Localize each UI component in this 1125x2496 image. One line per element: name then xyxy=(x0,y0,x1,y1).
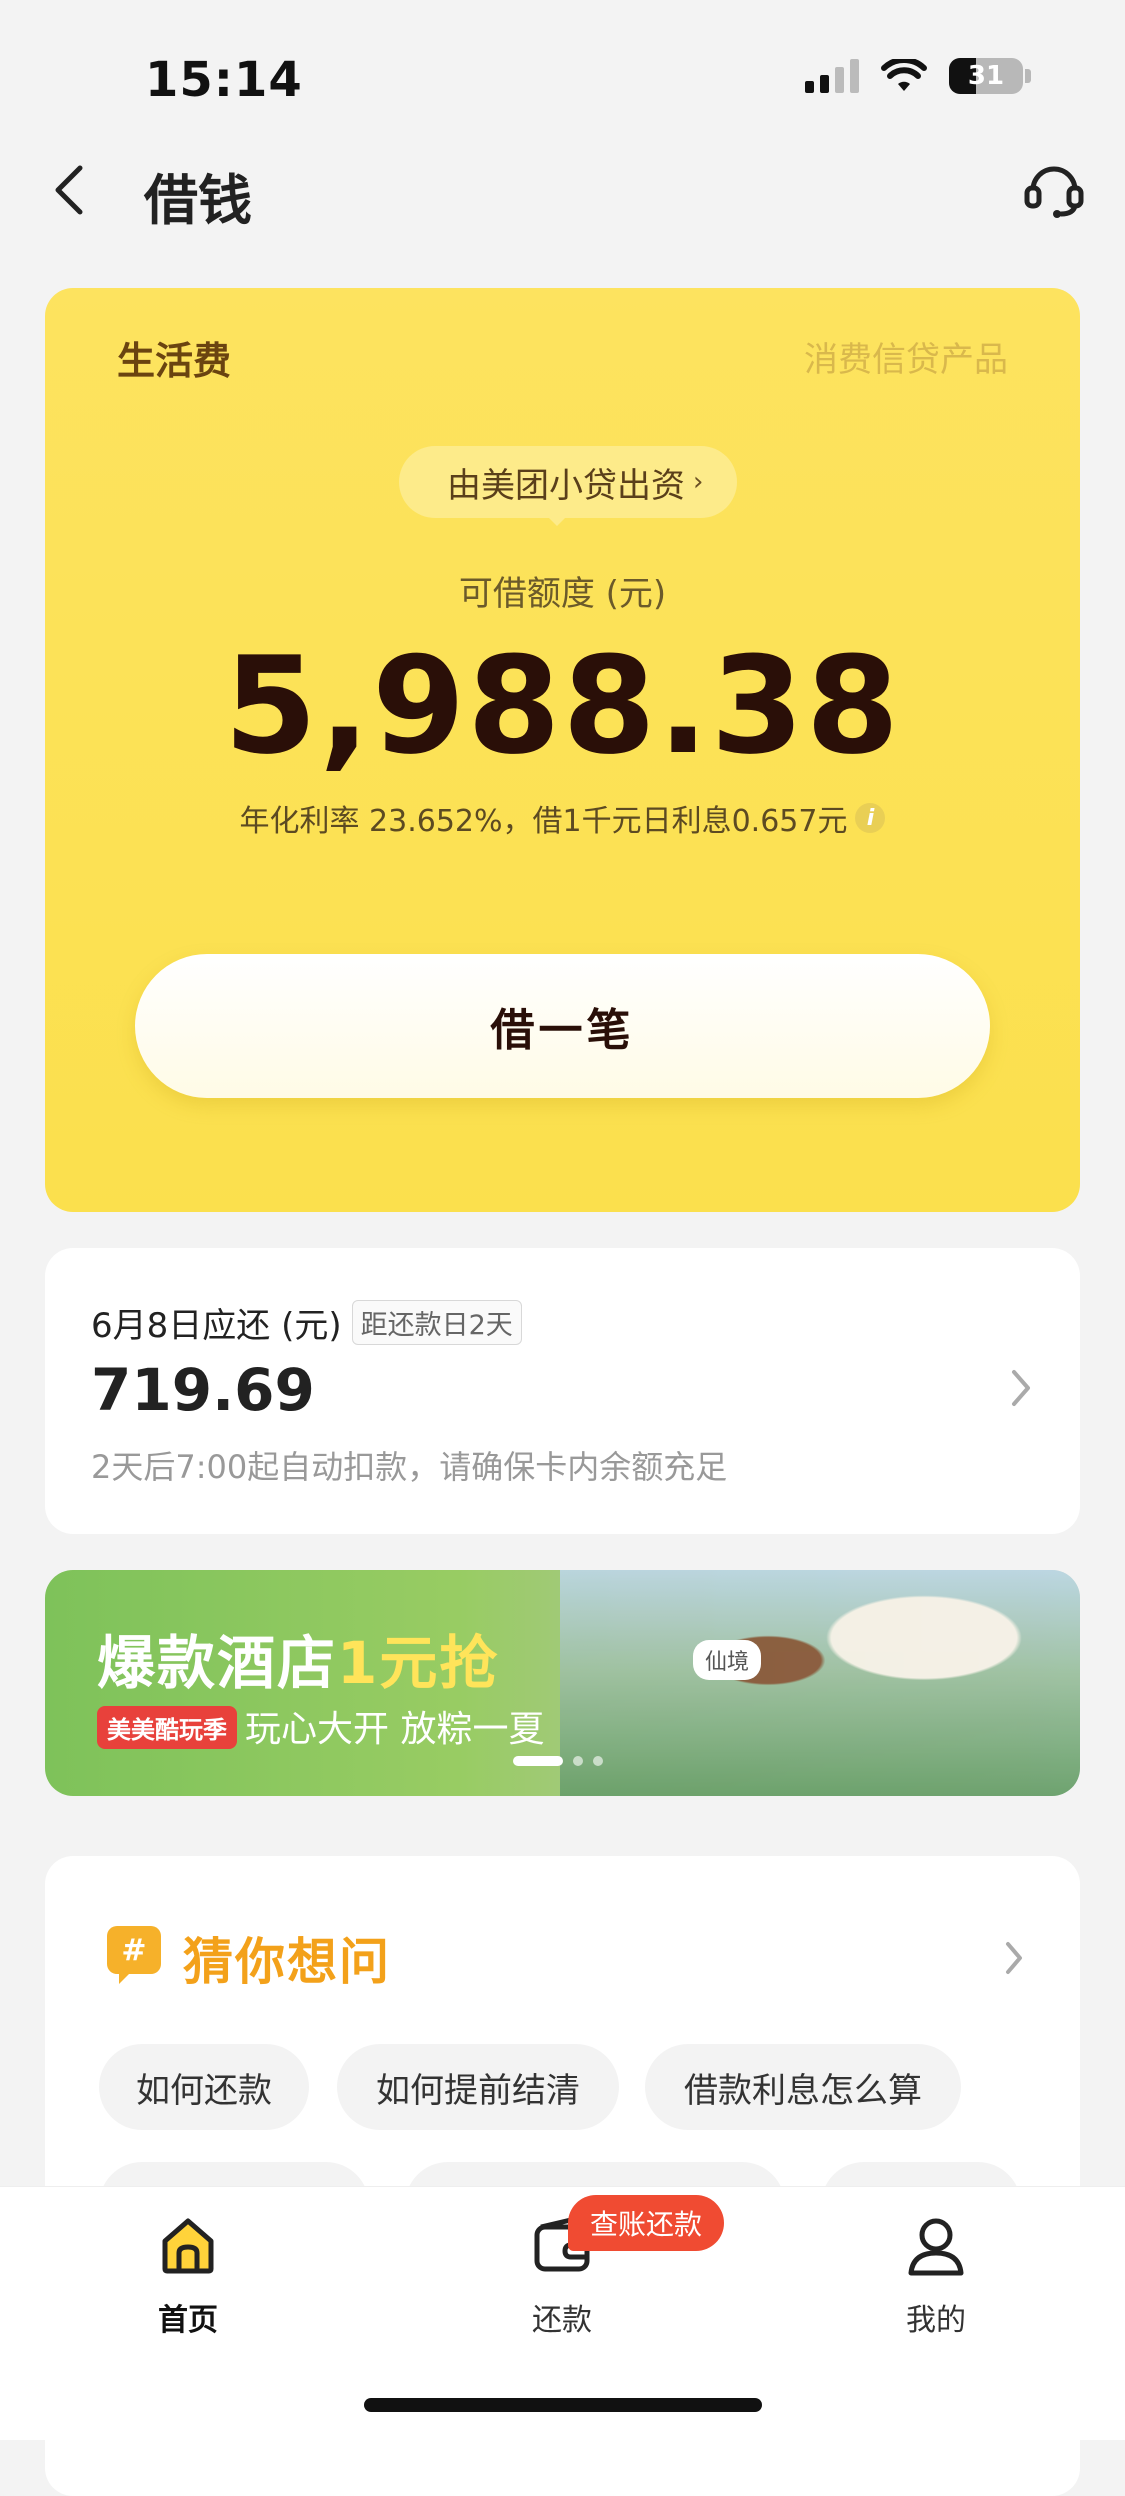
promo-banner[interactable]: 爆款酒店1元抢 美美酷玩季 玩心大开 放粽一夏 仙境 xyxy=(45,1570,1080,1796)
due-days-badge: 距还款日2天 xyxy=(351,1300,522,1345)
product-type-label: 消费信贷产品 xyxy=(804,340,1008,380)
banner-headline: 爆款酒店1元抢 xyxy=(97,1616,499,1700)
repay-badge[interactable]: 查账还款 xyxy=(568,2195,725,2251)
lender-link[interactable]: 由美团小贷出资 › xyxy=(399,446,738,518)
limit-amount: 5,988.38 xyxy=(223,628,902,784)
back-arrow-icon[interactable] xyxy=(46,160,90,220)
home-indicator[interactable] xyxy=(364,2398,762,2412)
scene-badge: 仙境 xyxy=(693,1640,762,1680)
credit-limit-card: 生活费 消费信贷产品 由美团小贷出资 › 可借额度 (元) 5,988.38 年… xyxy=(45,288,1080,1212)
chevron-right-icon[interactable] xyxy=(1004,1940,1024,1976)
interest-rate-line: 年化利率 23.652%，借1千元日利息0.657元 i xyxy=(45,796,1080,840)
chevron-right-icon xyxy=(1012,1370,1030,1406)
faq-chip[interactable]: 借款利息怎么算 xyxy=(645,2044,961,2130)
banner-scene-image xyxy=(560,1570,1080,1796)
tab-home-label: 首页 xyxy=(158,2303,218,2338)
wifi-icon xyxy=(881,59,927,91)
battery-level: 31 xyxy=(967,61,1005,91)
page-title: 借钱 xyxy=(144,169,252,232)
interest-rate-text: 年化利率 23.652%，借1千元日利息0.657元 xyxy=(239,804,848,839)
carousel-dot xyxy=(573,1756,583,1766)
user-icon xyxy=(908,2218,964,2276)
faq-chip[interactable]: 如何还款 xyxy=(99,2044,309,2130)
carousel-dot xyxy=(593,1756,603,1766)
banner-tag: 美美酷玩季 xyxy=(97,1706,237,1749)
hashtag-icon: # xyxy=(107,1926,161,1984)
banner-headline-highlight: 1元抢 xyxy=(337,1629,500,1697)
carousel-indicator xyxy=(513,1756,603,1766)
carousel-dot-active xyxy=(513,1756,563,1766)
banner-headline-prefix: 爆款酒店 xyxy=(97,1629,338,1697)
tab-home[interactable]: 首页 xyxy=(108,2215,268,2339)
card-label: 生活费 xyxy=(117,339,232,383)
status-icons: 31 xyxy=(805,58,1031,94)
repayment-title: 6月8日应还 (元) xyxy=(91,1306,342,1346)
customer-service-icon[interactable] xyxy=(1021,158,1087,220)
info-icon[interactable]: i xyxy=(855,803,886,833)
faq-chip[interactable]: 如何提前结清 xyxy=(337,2044,619,2130)
repayment-title-row: 6月8日应还 (元) 距还款日2天 xyxy=(91,1298,522,1347)
repayment-amount: 719.69 xyxy=(91,1356,315,1424)
banner-subtitle: 玩心大开 放粽一夏 xyxy=(245,1709,545,1750)
lender-text: 由美团小贷出资 xyxy=(447,465,685,506)
limit-label: 可借额度 (元) xyxy=(458,574,667,614)
tab-repay-label: 还款 xyxy=(532,2303,592,2338)
tab-mine-label: 我的 xyxy=(906,2303,966,2338)
home-icon xyxy=(162,2218,214,2274)
faq-title: 猜你想问 xyxy=(183,1933,391,1991)
svg-text:#: # xyxy=(121,1933,146,1968)
cellular-signal-icon xyxy=(805,59,859,93)
repayment-card[interactable]: 6月8日应还 (元) 距还款日2天 719.69 2天后7:00起自动扣款，请确… xyxy=(45,1248,1080,1534)
status-time: 15:14 xyxy=(145,52,303,108)
borrow-button[interactable]: 借一笔 xyxy=(135,954,990,1098)
battery-icon: 31 xyxy=(949,58,1023,94)
chevron-right-icon: › xyxy=(693,467,704,497)
tab-mine[interactable]: 我的 xyxy=(856,2215,1016,2339)
auto-debit-note: 2天后7:00起自动扣款，请确保卡内余额充足 xyxy=(91,1448,728,1486)
